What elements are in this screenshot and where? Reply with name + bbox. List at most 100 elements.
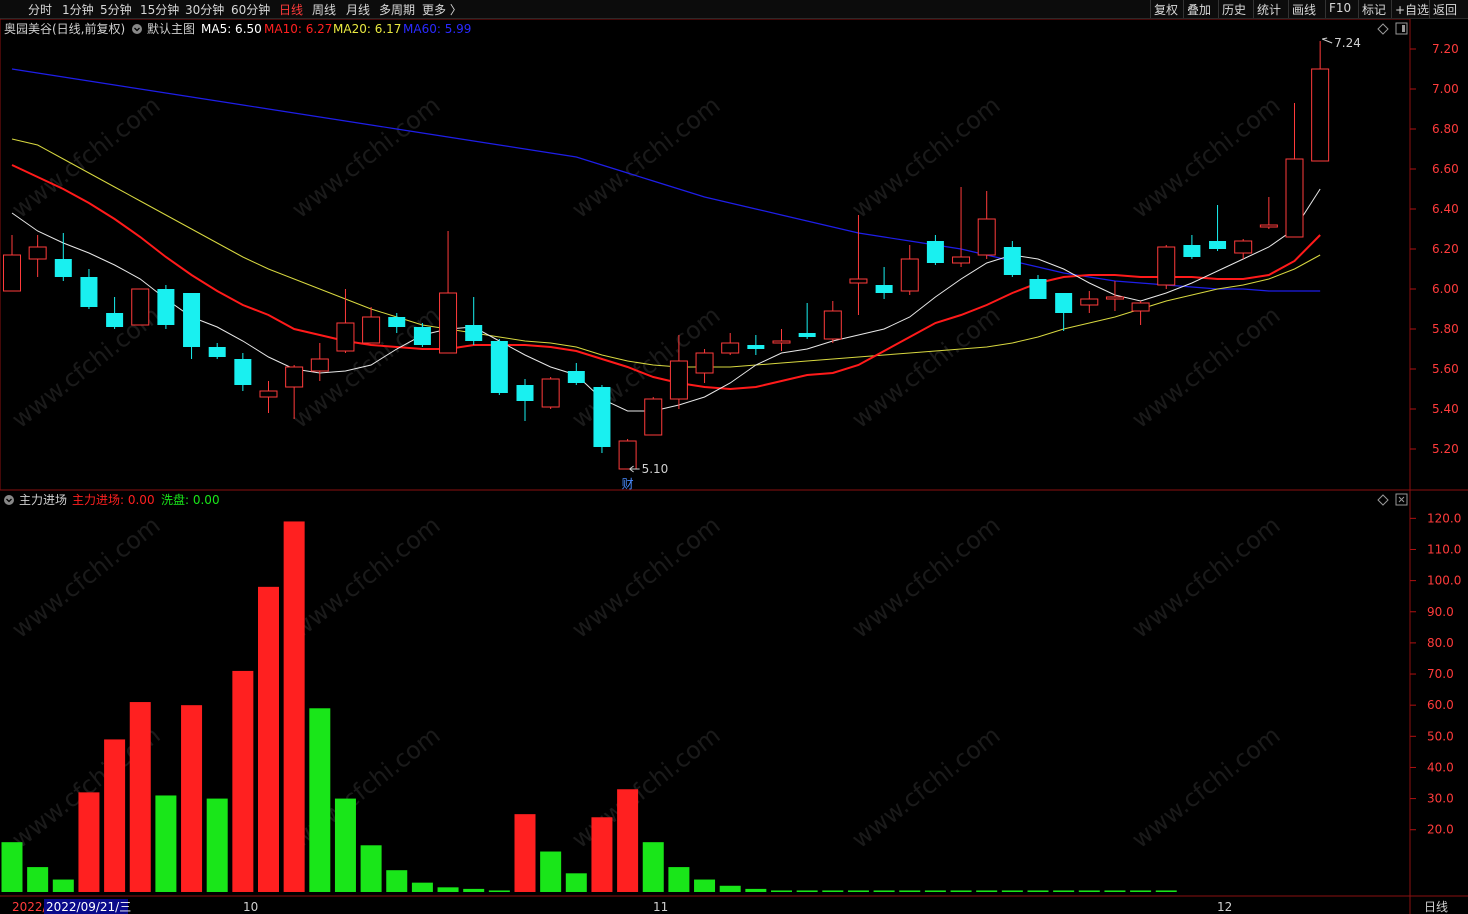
candle-body	[567, 371, 585, 383]
candle-body	[669, 360, 688, 400]
period-tab-3[interactable]: 15分钟	[140, 1, 179, 18]
wash-bar	[488, 890, 510, 892]
high-price-label: 7.24	[1334, 36, 1361, 50]
toolbar-button-3[interactable]: 统计	[1257, 1, 1281, 18]
candle-body	[490, 341, 508, 393]
candle-body	[1311, 68, 1330, 162]
candle-body	[516, 385, 534, 401]
wash-bar	[565, 873, 587, 892]
svg-text:www.cfchi.com: www.cfchi.com	[846, 301, 1005, 434]
period-tab-1[interactable]: 1分钟	[62, 1, 94, 18]
candle-body	[1209, 241, 1227, 249]
wash-bar	[52, 879, 74, 892]
value-tick-label: 90.0	[1427, 605, 1454, 619]
indicator-dropdown-icon[interactable]	[4, 495, 14, 505]
svg-text:www.cfchi.com: www.cfchi.com	[1126, 511, 1285, 644]
candle-body	[823, 310, 842, 340]
wash-bar	[437, 887, 459, 892]
candle-body	[3, 254, 21, 292]
toolbar-button-4[interactable]: 画线	[1292, 1, 1316, 18]
chart-area: www.cfchi.com www.cfchi.com www.cfchi.co…	[0, 19, 1468, 914]
toolbar-separator	[1288, 0, 1289, 18]
candle-body	[234, 359, 252, 385]
wash-bar	[950, 890, 972, 892]
wash-bar	[1155, 890, 1177, 892]
candle-body	[772, 340, 791, 344]
toolbar-button-8[interactable]: 返回	[1433, 1, 1457, 18]
main-force-bar	[283, 521, 305, 892]
price-tick-label: 6.40	[1432, 202, 1459, 216]
low-price-label: 5.10	[642, 462, 669, 476]
toolbar-separator	[1358, 0, 1359, 18]
period-tab-9[interactable]: 多周期	[379, 1, 415, 18]
candle-body	[926, 241, 944, 263]
period-tab-4[interactable]: 30分钟	[185, 1, 224, 18]
diamond-icon[interactable]	[1377, 23, 1389, 35]
wash-bar	[540, 851, 562, 892]
candle-body	[208, 347, 226, 357]
period-tab-0[interactable]: 分时	[28, 1, 52, 18]
candle-body	[131, 288, 150, 326]
value-tick-label: 70.0	[1427, 667, 1454, 681]
price-tick-label: 5.40	[1432, 402, 1459, 416]
indicator-title[interactable]: 主力进场	[19, 493, 67, 507]
candle-body	[413, 327, 431, 345]
ma60-line	[11, 68, 1321, 292]
sub-panel-header: 主力进场 主力进场: 0.00 洗盘: 0.00	[4, 492, 1408, 507]
wash-bar	[1, 842, 23, 892]
candle-body	[54, 259, 72, 277]
candle-body	[285, 366, 304, 388]
period-tab-2[interactable]: 5分钟	[100, 1, 132, 18]
toolbar-button-0[interactable]: 复权	[1154, 1, 1178, 18]
candle-body	[900, 258, 919, 292]
wash-bar	[1104, 890, 1126, 892]
svg-text:www.cfchi.com: www.cfchi.com	[846, 91, 1005, 224]
toolbar-button-6[interactable]: 标记	[1362, 1, 1386, 18]
candle-body	[1105, 296, 1124, 300]
period-tab-8[interactable]: 月线	[346, 1, 370, 18]
toolbar-button-5[interactable]: F10	[1329, 1, 1351, 15]
month-label-11: 11	[653, 900, 668, 914]
period-tab-10[interactable]: 更多 〉	[422, 1, 462, 18]
wash-value: 洗盘: 0.00	[161, 492, 220, 507]
toolbar-separator	[1253, 0, 1254, 18]
toolbar-button-7[interactable]: +自选	[1395, 1, 1429, 18]
svg-text:www.cfchi.com: www.cfchi.com	[846, 721, 1005, 854]
candle-body	[388, 317, 406, 327]
toolbar-button-2[interactable]: 历史	[1222, 1, 1246, 18]
candle-body	[1234, 240, 1253, 254]
price-tick-label: 5.60	[1432, 362, 1459, 376]
toolbar-separator	[1429, 0, 1430, 18]
value-tick-label: 100.0	[1427, 574, 1461, 588]
period-tab-5[interactable]: 60分钟	[231, 1, 270, 18]
candle-body	[618, 440, 637, 470]
month-label-12: 12	[1217, 900, 1232, 914]
candle-body	[1080, 298, 1099, 306]
candle-body	[157, 289, 175, 325]
svg-text:www.cfchi.com: www.cfchi.com	[566, 91, 725, 224]
price-tick-label: 6.80	[1432, 122, 1459, 136]
template-label[interactable]: 默认主图	[147, 21, 195, 36]
svg-text:www.cfchi.com: www.cfchi.com	[1126, 91, 1285, 224]
candle-body	[644, 398, 663, 436]
wash-bar	[334, 798, 356, 892]
value-tick-label: 40.0	[1427, 760, 1454, 774]
candle-body	[80, 277, 98, 307]
template-dropdown-icon[interactable]	[132, 24, 142, 34]
top-toolbar: 分时 1分钟 5分钟 15分钟 30分钟 60分钟 日线 周线 月线 多周期 更多 〉 复权 叠加 历史统…	[0, 0, 1468, 19]
period-tab-7[interactable]: 周线	[312, 1, 336, 18]
wash-bar	[771, 890, 792, 892]
price-tick-label: 5.80	[1432, 322, 1459, 336]
wash-bar	[27, 867, 49, 892]
candle-body	[798, 333, 816, 337]
toolbar-button-1[interactable]: 叠加	[1187, 1, 1211, 18]
ma10-label: MA10: 6.27	[264, 22, 332, 36]
period-label[interactable]: 日线	[1424, 900, 1448, 914]
wash-bar	[899, 890, 921, 892]
toolbar-separator	[1325, 0, 1326, 18]
candle-body	[593, 387, 611, 447]
period-tab-6[interactable]: 日线	[279, 1, 303, 18]
candle-body	[541, 378, 560, 408]
panel-toggle-icon[interactable]	[1395, 22, 1408, 35]
sub-diamond-icon[interactable]	[1377, 494, 1389, 506]
